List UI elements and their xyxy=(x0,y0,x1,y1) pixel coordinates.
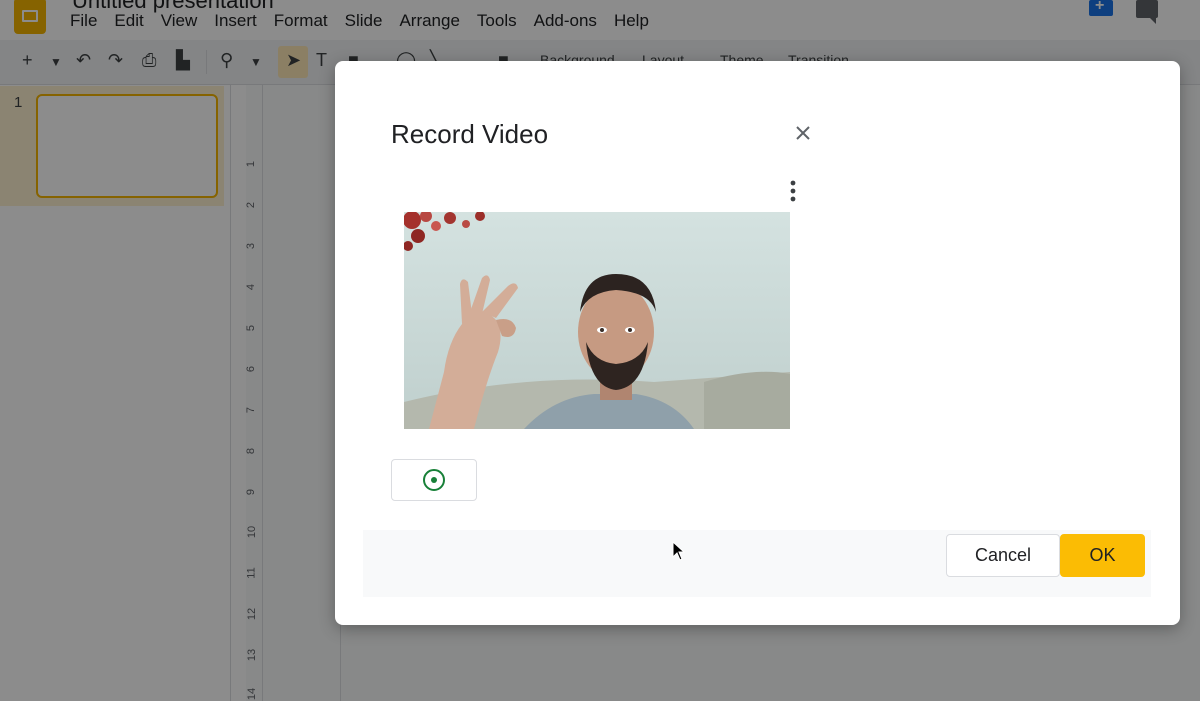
record-dot xyxy=(431,477,437,483)
webcam-image xyxy=(404,212,790,429)
mouse-cursor-icon xyxy=(672,541,686,561)
ok-button[interactable]: OK xyxy=(1060,534,1145,577)
webcam-preview xyxy=(404,212,790,429)
more-vert-icon xyxy=(790,180,796,202)
record-button[interactable] xyxy=(391,459,477,501)
record-video-dialog: Record Video Cancel OK xyxy=(335,61,1180,625)
cancel-button[interactable]: Cancel xyxy=(946,534,1060,577)
close-icon xyxy=(796,126,810,140)
dialog-title: Record Video xyxy=(391,119,549,149)
close-button[interactable] xyxy=(791,121,815,145)
more-options-button[interactable] xyxy=(781,179,805,203)
